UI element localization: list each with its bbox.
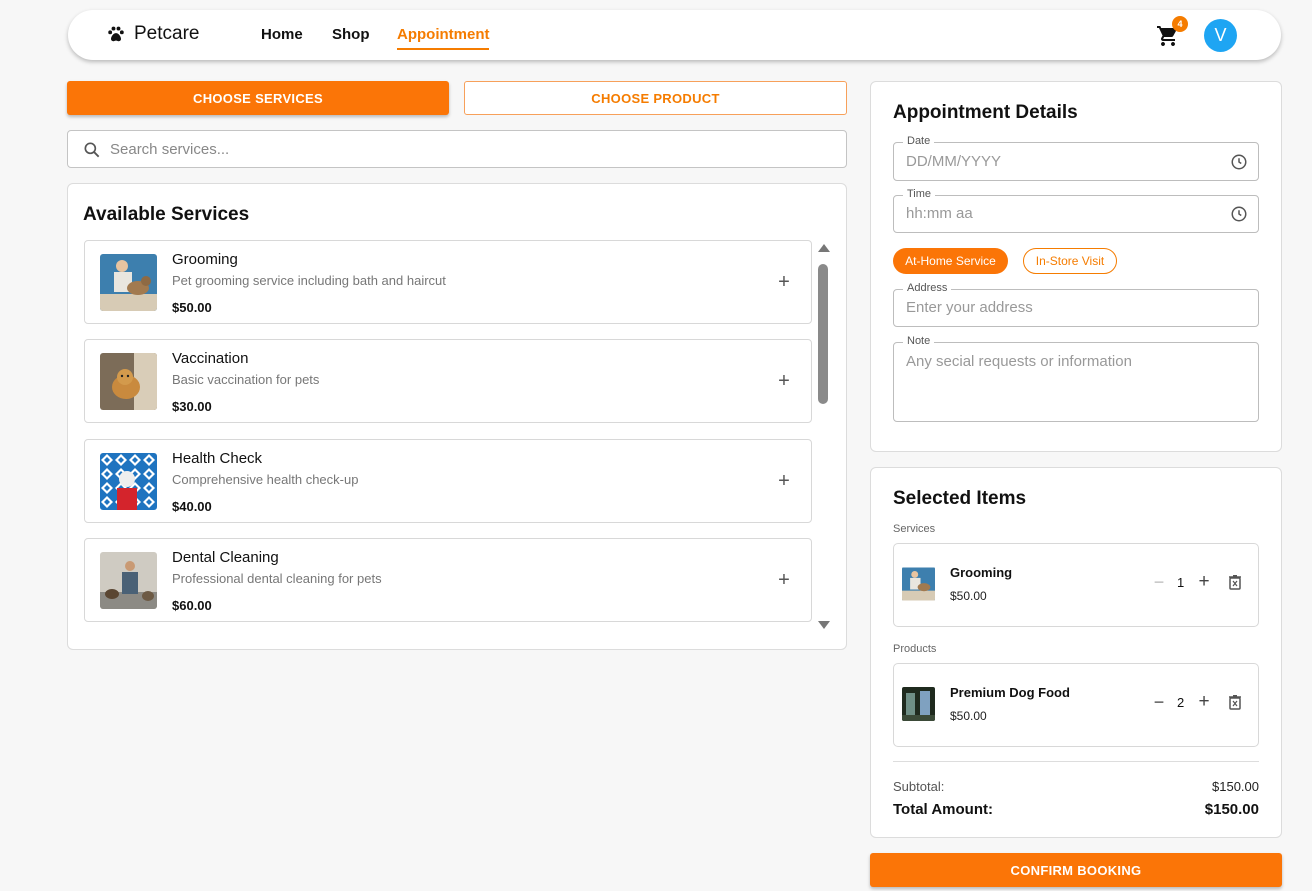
service-description: Professional dental cleaning for pets [172, 571, 382, 586]
service-description: Pet grooming service including bath and … [172, 273, 446, 288]
address-label: Address [903, 282, 952, 294]
nav-link-appointment[interactable]: Appointment [397, 26, 490, 50]
service-card[interactable]: Grooming Pet grooming service including … [84, 240, 812, 324]
service-image [100, 453, 157, 510]
time-field[interactable]: Time hh:mm aa [893, 188, 1259, 233]
cart-badge: 4 [1172, 16, 1188, 32]
address-placeholder: Enter your address [906, 299, 1033, 316]
divider [893, 761, 1259, 762]
choose-services-button[interactable]: CHOOSE SERVICES [67, 81, 449, 115]
time-placeholder: hh:mm aa [906, 205, 973, 222]
service-price: $50.00 [172, 300, 212, 315]
service-price: $40.00 [172, 499, 212, 514]
date-field[interactable]: Date DD/MM/YYYY [893, 135, 1259, 181]
note-field[interactable]: Note Any secial requests or information [893, 335, 1259, 422]
service-name: Health Check [172, 450, 263, 467]
service-name: Vaccination [172, 350, 249, 367]
decrease-qty-button[interactable]: − [1152, 572, 1166, 593]
clock-icon[interactable] [1230, 153, 1248, 171]
item-quantity: 2 [1177, 695, 1185, 710]
service-image [100, 254, 157, 311]
nav-link-home[interactable]: Home [261, 26, 303, 50]
selected-items-title: Selected Items [893, 488, 1027, 509]
available-services-panel: Available Services Grooming Pet grooming… [67, 183, 847, 650]
service-name: Dental Cleaning [172, 549, 279, 566]
navbar: Petcare Home Shop Appointment 4 V [68, 10, 1281, 60]
services-scrollbar[interactable] [816, 244, 830, 629]
item-price: $50.00 [950, 589, 987, 603]
increase-qty-button[interactable]: + [1196, 691, 1212, 713]
note-label: Note [903, 335, 935, 347]
increase-qty-button[interactable]: + [1196, 571, 1212, 593]
subtotal-value: $150.00 [1212, 779, 1259, 794]
service-card[interactable]: Vaccination Basic vaccination for pets $… [84, 339, 812, 423]
nav-link-shop[interactable]: Shop [332, 26, 370, 50]
brand-name: Petcare [134, 23, 200, 44]
address-field[interactable]: Address Enter your address [893, 282, 1259, 327]
service-image [100, 552, 157, 609]
date-label: Date [903, 135, 935, 147]
total-row: Total Amount: $150.00 [893, 801, 1259, 818]
add-service-button[interactable]: + [773, 470, 795, 492]
item-image [902, 567, 935, 601]
search-input[interactable] [110, 137, 810, 161]
item-image [902, 687, 935, 721]
clock-icon[interactable] [1230, 205, 1248, 223]
item-price: $50.00 [950, 709, 987, 723]
service-card[interactable]: Dental Cleaning Professional dental clea… [84, 538, 812, 622]
service-price: $30.00 [172, 399, 212, 414]
avatar[interactable]: V [1204, 19, 1237, 52]
confirm-booking-button[interactable]: CONFIRM BOOKING [870, 853, 1282, 887]
delete-icon[interactable] [1228, 694, 1242, 710]
time-label: Time [903, 188, 936, 200]
in-store-visit-chip[interactable]: In-Store Visit [1023, 248, 1117, 274]
scroll-up-arrow[interactable] [818, 244, 830, 252]
choose-product-button[interactable]: CHOOSE PRODUCT [464, 81, 847, 115]
search-bar [67, 130, 847, 168]
service-price: $60.00 [172, 598, 212, 613]
date-placeholder: DD/MM/YYYY [906, 153, 1002, 170]
service-image [100, 353, 157, 410]
services-title: Available Services [83, 204, 250, 225]
at-home-service-chip[interactable]: At-Home Service [893, 248, 1008, 274]
decrease-qty-button[interactable]: − [1152, 692, 1166, 713]
total-label: Total Amount: [893, 801, 993, 818]
add-service-button[interactable]: + [773, 370, 795, 392]
item-name: Premium Dog Food [950, 685, 1070, 700]
item-name: Grooming [950, 565, 1013, 580]
service-name: Grooming [172, 251, 238, 268]
item-quantity: 1 [1177, 575, 1185, 590]
services-section-label: Services [893, 523, 936, 535]
delete-icon[interactable] [1228, 574, 1242, 590]
appointment-details-panel: Appointment Details Date DD/MM/YYYY Time… [870, 81, 1282, 452]
total-value: $150.00 [1204, 801, 1259, 818]
appointment-title: Appointment Details [893, 102, 1078, 123]
note-placeholder: Any secial requests or information [906, 353, 1132, 370]
scroll-thumb[interactable] [818, 264, 828, 404]
add-service-button[interactable]: + [773, 271, 795, 293]
subtotal-label: Subtotal: [893, 779, 945, 794]
service-description: Basic vaccination for pets [172, 372, 320, 387]
selected-items-panel: Selected Items Services Grooming $50.00 … [870, 467, 1282, 838]
subtotal-row: Subtotal: $150.00 [893, 779, 1259, 794]
scroll-down-arrow[interactable] [818, 621, 830, 629]
service-card[interactable]: Health Check Comprehensive health check-… [84, 439, 812, 523]
selected-service-item: Grooming $50.00 − 1 + [893, 543, 1259, 627]
selected-product-item: Premium Dog Food $50.00 − 2 + [893, 663, 1259, 747]
brand[interactable]: Petcare [106, 23, 199, 45]
products-section-label: Products [893, 643, 937, 655]
service-description: Comprehensive health check-up [172, 472, 359, 487]
search-icon [84, 142, 100, 158]
add-service-button[interactable]: + [773, 569, 795, 591]
paw-icon [108, 26, 124, 42]
